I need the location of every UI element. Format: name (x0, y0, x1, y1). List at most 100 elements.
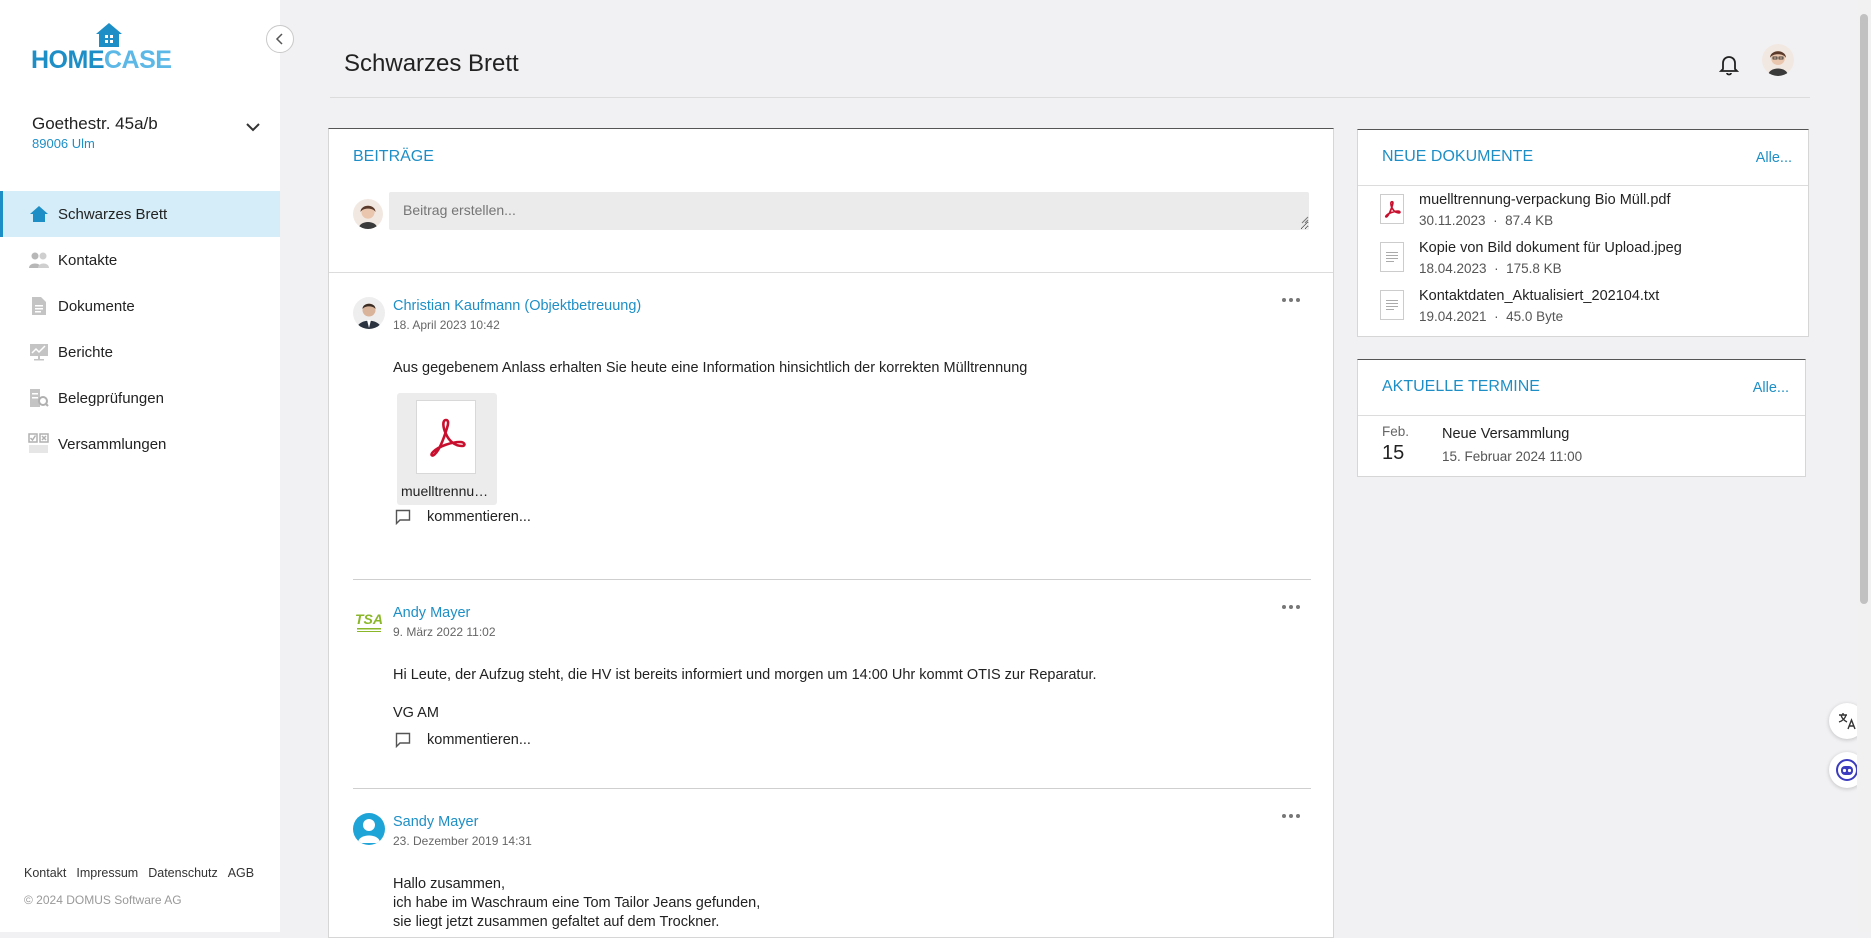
attachment-tile[interactable]: muelltrennung-verpackung Bio Müll.pdf (397, 393, 497, 505)
event-item[interactable]: Feb. 15 Neue Versammlung 15. Februar 202… (1358, 416, 1805, 476)
sidebar-item-label: Dokumente (58, 297, 135, 315)
sidebar-item-label: Berichte (58, 343, 114, 361)
chevron-left-icon (275, 33, 283, 45)
author-avatar[interactable]: TSA (353, 604, 385, 636)
page-title: Schwarzes Brett (344, 50, 519, 77)
post-date: 9. März 2022 11:02 (393, 625, 496, 639)
attachment-name: muelltrennung-verpackung Bio Müll.pdf (401, 483, 493, 499)
document-meta: 30.11.2023 · 87.4 KB (1419, 213, 1554, 228)
events-all-link[interactable]: Alle... (1753, 380, 1789, 396)
document-meta: 19.04.2021 · 45.0 Byte (1419, 309, 1564, 324)
footer-link-datenschutz[interactable]: Datenschutz (148, 866, 217, 880)
sidebar-nav: Schwarzes Brett Kontakte Dokumente Beric… (0, 191, 280, 467)
sidebar-item-label: Versammlungen (58, 435, 167, 453)
property-name: Goethestr. 45a/b (32, 114, 158, 133)
document-name: Kontaktdaten_Aktualisiert_202104.txt (1419, 288, 1660, 304)
post-author[interactable]: Sandy Mayer (393, 814, 478, 830)
sidebar-item-versammlungen[interactable]: Versammlungen (0, 421, 280, 467)
comment-button[interactable]: kommentieren... (395, 732, 531, 748)
post-text: Hallo zusammen, (393, 876, 506, 892)
footer-link-impressum[interactable]: Impressum (76, 866, 138, 880)
post-text: VG AM (393, 705, 439, 721)
author-avatar[interactable] (353, 813, 385, 845)
events-card: AKTUELLE TERMINE Alle... Feb. 15 Neue Ve… (1357, 359, 1806, 477)
footer-link-agb[interactable]: AGB (228, 866, 254, 880)
more-options-icon[interactable] (1281, 813, 1301, 819)
divider (329, 272, 1333, 273)
report-icon (28, 341, 50, 363)
scrollbar-thumb[interactable] (1860, 14, 1868, 604)
document-item[interactable]: Kontaktdaten_Aktualisiert_202104.txt 19.… (1358, 282, 1808, 330)
file-icon (1380, 242, 1404, 272)
footer-link-kontakt[interactable]: Kontakt (24, 866, 66, 880)
comment-label: kommentieren... (427, 509, 531, 525)
post-text: Aus gegebenem Anlass erhalten Sie heute … (393, 360, 1028, 376)
post-author[interactable]: Christian Kaufmann (Objektbetreuung) (393, 298, 641, 314)
logo-text: HOMECASE (31, 46, 172, 74)
documents-all-link[interactable]: Alle... (1756, 150, 1792, 166)
comment-button[interactable]: kommentieren... (395, 509, 531, 525)
contacts-icon (28, 249, 50, 271)
documents-title: NEUE DOKUMENTE (1382, 148, 1534, 165)
pdf-file-icon (1380, 194, 1404, 224)
sidebar-item-schwarzes-brett[interactable]: Schwarzes Brett (0, 191, 280, 237)
sidebar-item-label: Belegprüfungen (58, 389, 164, 407)
post-composer-input[interactable] (389, 192, 1309, 230)
posts-title: BEITRÄGE (353, 148, 434, 165)
comment-icon (395, 732, 411, 748)
more-options-icon[interactable] (1281, 604, 1301, 610)
post-divider (353, 579, 1311, 580)
assistant-icon (1836, 759, 1858, 781)
post-divider (353, 788, 1311, 789)
post-author[interactable]: Andy Mayer (393, 605, 470, 621)
pdf-file-icon (416, 400, 476, 474)
post-text: sie liegt jetzt zusammen gefaltet auf de… (393, 914, 720, 930)
document-name: muelltrennung-verpackung Bio Müll.pdf (1419, 192, 1671, 208)
post-date: 23. Dezember 2019 14:31 (393, 834, 532, 848)
event-day: 15 (1382, 442, 1405, 464)
home-icon (28, 203, 50, 225)
document-icon (28, 295, 50, 317)
composer-avatar (353, 199, 383, 229)
property-city: 89006 Ulm (32, 136, 95, 151)
assembly-icon (28, 433, 50, 455)
post-date: 18. April 2023 10:42 (393, 318, 500, 332)
comment-icon (395, 509, 411, 525)
translate-icon (1838, 713, 1856, 730)
svg-text:TSA: TSA (355, 611, 383, 627)
event-date: 15. Februar 2024 11:00 (1442, 449, 1583, 464)
homecase-logo[interactable]: HOMECASE (31, 22, 172, 74)
events-header: AKTUELLE TERMINE Alle... (1358, 360, 1805, 416)
user-avatar[interactable] (1762, 44, 1794, 76)
more-options-icon[interactable] (1281, 297, 1301, 303)
posts-card: BEITRÄGE Christian Kaufmann (Objektbetre… (328, 128, 1334, 938)
comment-label: kommentieren... (427, 732, 531, 748)
sidebar-item-dokumente[interactable]: Dokumente (0, 283, 280, 329)
document-name: Kopie von Bild dokument für Upload.jpeg (1419, 240, 1682, 256)
event-title: Neue Versammlung (1442, 426, 1570, 442)
collapse-sidebar-button[interactable] (266, 25, 294, 53)
document-meta: 18.04.2023 · 175.8 KB (1419, 261, 1562, 276)
house-logo-icon (96, 23, 122, 47)
sidebar-item-berichte[interactable]: Berichte (0, 329, 280, 375)
bell-icon[interactable] (1719, 54, 1739, 76)
document-item[interactable]: muelltrennung-verpackung Bio Müll.pdf 30… (1358, 186, 1808, 234)
copyright: © 2024 DOMUS Software AG (24, 893, 182, 907)
events-title: AKTUELLE TERMINE (1382, 378, 1540, 395)
footer-links: Kontakt Impressum Datenschutz AGB (24, 866, 254, 880)
sidebar-item-kontakte[interactable]: Kontakte (0, 237, 280, 283)
resize-handle-icon[interactable] (1301, 216, 1309, 224)
chevron-down-icon[interactable] (245, 122, 261, 132)
documents-card: NEUE DOKUMENTE Alle... muelltrennung-ver… (1357, 129, 1809, 337)
event-month: Feb. (1382, 424, 1410, 439)
document-item[interactable]: Kopie von Bild dokument für Upload.jpeg … (1358, 234, 1808, 282)
receipt-check-icon (28, 387, 50, 409)
author-avatar[interactable] (353, 297, 385, 329)
post-text: ich habe im Waschraum eine Tom Tailor Je… (393, 895, 761, 911)
documents-header: NEUE DOKUMENTE Alle... (1358, 130, 1808, 186)
post-text: Hi Leute, der Aufzug steht, die HV ist b… (393, 667, 1097, 683)
file-icon (1380, 290, 1404, 320)
sidebar-item-belegpruefungen[interactable]: Belegprüfungen (0, 375, 280, 421)
sidebar-item-label: Schwarzes Brett (58, 205, 168, 223)
sidebar-item-label: Kontakte (58, 251, 118, 269)
